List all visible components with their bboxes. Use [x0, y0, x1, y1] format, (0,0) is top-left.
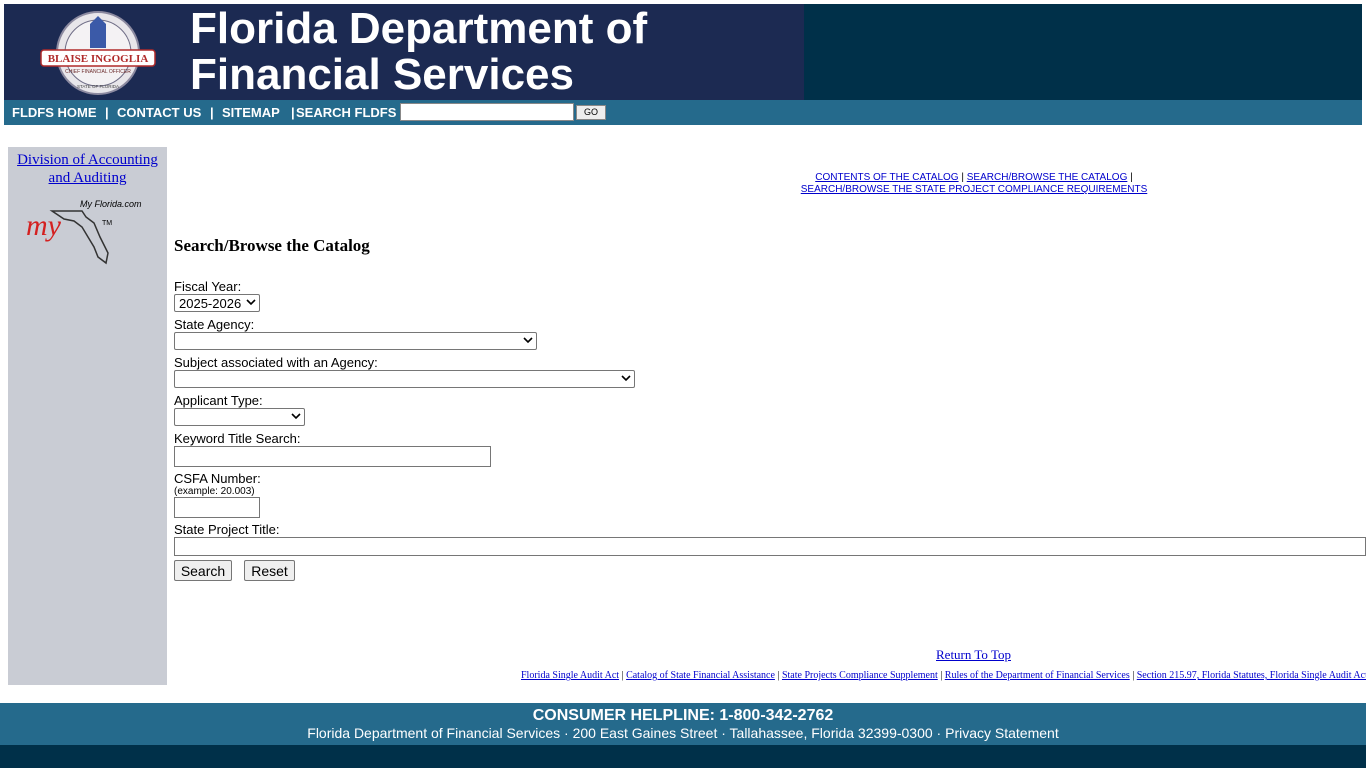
page-title: Search/Browse the Catalog [174, 236, 370, 255]
reset-button[interactable]: Reset [244, 560, 295, 581]
csfa-number-input[interactable] [174, 497, 260, 518]
single-audit-act-link[interactable]: Florida Single Audit Act [521, 670, 619, 681]
applicant-type-select[interactable] [174, 408, 305, 426]
footer-address: Florida Department of Financial Services… [307, 725, 1059, 741]
applicant-type-label: Applicant Type: [174, 393, 263, 408]
contents-of-catalog-link[interactable]: CONTENTS OF THE CATALOG [815, 172, 958, 183]
subject-agency-label: Subject associated with an Agency: [174, 355, 378, 370]
link-separator: | [1130, 172, 1133, 183]
nav-sitemap-link[interactable]: SITEMAP [222, 105, 280, 120]
nav-fldfs-home-link[interactable]: FLDFS HOME [12, 105, 97, 120]
link-separator: | [1132, 670, 1135, 681]
nav-contact-us-link[interactable]: CONTACT US [117, 105, 201, 120]
myflorida-logo-tm: TM [102, 220, 112, 227]
myflorida-logo[interactable]: My Florida.com my TM [24, 197, 154, 269]
search-browse-catalog-link[interactable]: SEARCH/BROWSE THE CATALOG [967, 172, 1128, 183]
footer-bottom-bar [0, 745, 1366, 768]
seal-name-text: BLAISE INGOGLIA [48, 53, 149, 65]
nav-separator: | [291, 105, 295, 120]
footer: CONSUMER HELPLINE: 1-800-342-2762 Florid… [0, 703, 1366, 745]
csfa-example-note: (example: 20.003) [174, 486, 255, 497]
header-banner-left: BLAISE INGOGLIA CHIEF FINANCIAL OFFICER … [4, 4, 804, 100]
nav-search-input[interactable] [400, 103, 574, 121]
dfs-rules-link[interactable]: Rules of the Department of Financial Ser… [945, 670, 1130, 681]
bottom-resource-links: Florida Single Audit Act | Catalog of St… [521, 670, 1366, 681]
search-compliance-requirements-link[interactable]: SEARCH/BROWSE THE STATE PROJECT COMPLIAN… [801, 184, 1148, 195]
catalog-top-links: CONTENTS OF THE CATALOG | SEARCH/BROWSE … [780, 172, 1168, 196]
fiscal-year-label: Fiscal Year: [174, 279, 242, 294]
search-button[interactable]: Search [174, 560, 232, 581]
chevron-down-icon [291, 413, 301, 420]
site-title-line2: Financial Services [190, 50, 574, 99]
chevron-down-icon [621, 375, 631, 382]
link-separator: | [777, 670, 780, 681]
link-separator: | [621, 670, 624, 681]
fiscal-year-select[interactable]: 2025-2026 [174, 294, 260, 312]
site-title: Florida Department of Financial Services [190, 6, 647, 98]
compliance-supplement-link[interactable]: State Projects Compliance Supplement [782, 670, 938, 681]
csfa-number-label: CSFA Number: [174, 471, 261, 486]
state-project-title-label: State Project Title: [174, 522, 280, 537]
top-nav-bar: FLDFS HOME | CONTACT US | SITEMAP | SEAR… [4, 100, 1362, 125]
link-separator: | [961, 172, 964, 183]
nav-go-button[interactable]: GO [576, 105, 606, 120]
cfo-seal-logo: BLAISE INGOGLIA CHIEF FINANCIAL OFFICER … [40, 11, 156, 95]
state-agency-label: State Agency: [174, 317, 255, 332]
nav-search-label: SEARCH FLDFS [296, 105, 397, 120]
division-accounting-auditing-link[interactable]: Division of Accounting and Auditing [8, 151, 167, 187]
keyword-title-input[interactable] [174, 446, 491, 467]
seal-subtitle-text: CHIEF FINANCIAL OFFICER [65, 69, 131, 75]
left-sidebar: Division of Accounting and Auditing My F… [8, 147, 167, 685]
state-project-title-input[interactable] [174, 537, 1366, 556]
state-agency-select[interactable] [174, 332, 537, 350]
keyword-title-label: Keyword Title Search: [174, 431, 301, 446]
chevron-down-icon [246, 299, 256, 306]
return-to-top-link[interactable]: Return To Top [936, 647, 1011, 663]
seal-bottom-text: STATE OF FLORIDA [77, 84, 119, 89]
link-separator: | [940, 670, 943, 681]
nav-separator: | [210, 105, 214, 120]
fiscal-year-value: 2025-2026 [179, 296, 242, 311]
myflorida-logo-text: My Florida.com [80, 199, 142, 209]
nav-separator: | [105, 105, 109, 120]
subject-agency-select[interactable] [174, 370, 635, 388]
header-banner: BLAISE INGOGLIA CHIEF FINANCIAL OFFICER … [4, 4, 1362, 100]
catalog-state-financial-assistance-link[interactable]: Catalog of State Financial Assistance [626, 670, 775, 681]
chevron-down-icon [523, 337, 533, 344]
section-215-97-link[interactable]: Section 215.97, Florida Statutes, Florid… [1137, 670, 1366, 681]
consumer-helpline: CONSUMER HELPLINE: 1-800-342-2762 [532, 707, 834, 724]
site-title-line1: Florida Department of [190, 4, 648, 53]
